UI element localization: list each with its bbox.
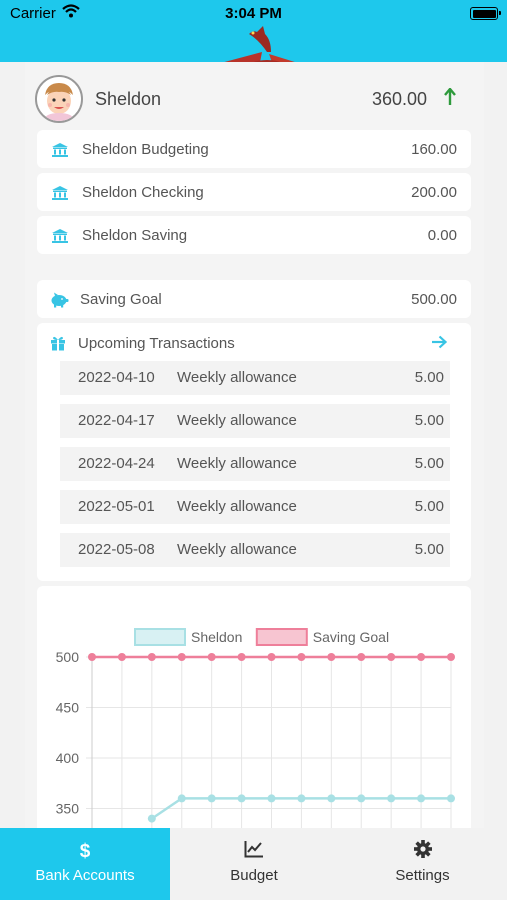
data-point: [88, 653, 96, 661]
tab-settings[interactable]: Settings: [338, 828, 507, 900]
transaction-row[interactable]: 2022-04-17 Weekly allowance 5.00: [60, 404, 450, 438]
data-point: [117, 653, 126, 661]
clock-label: 3:04 PM: [225, 5, 282, 22]
data-point: [417, 653, 426, 661]
transaction-description: Weekly allowance: [177, 455, 297, 472]
tab-bank-accounts[interactable]: $ Bank Accounts: [0, 828, 170, 900]
gift-icon: [50, 335, 66, 356]
transaction-row[interactable]: 2022-04-10 Weekly allowance 5.00: [60, 361, 450, 395]
transaction-row[interactable]: 2022-05-01 Weekly allowance 5.00: [60, 490, 450, 524]
transaction-amount: 5.00: [414, 455, 444, 472]
data-point: [207, 794, 216, 803]
piggy-bank-icon: [49, 292, 69, 313]
data-point: [267, 794, 276, 803]
data-point: [177, 794, 186, 803]
y-tick-label: 350: [56, 801, 80, 817]
tab-label: Settings: [395, 867, 450, 884]
owner-row[interactable]: Sheldon 360.00: [25, 62, 484, 130]
transaction-description: Weekly allowance: [177, 369, 297, 386]
balance-chart-card: 500 450 400 350 Sheldon Saving Goal: [37, 586, 471, 828]
account-balance: 160.00: [411, 141, 457, 158]
data-point: [147, 814, 156, 823]
transaction-amount: 5.00: [414, 498, 444, 515]
y-tick-label: 450: [56, 700, 80, 716]
account-name: Sheldon Checking: [82, 184, 204, 201]
bank-icon: [51, 185, 69, 206]
svg-text:$: $: [80, 841, 91, 860]
transaction-description: Weekly allowance: [177, 541, 297, 558]
data-point: [447, 653, 455, 661]
arrow-right-icon[interactable]: [431, 335, 448, 354]
account-name: Sheldon Budgeting: [82, 141, 209, 158]
legend-swatch: [134, 628, 186, 646]
bank-icon: [51, 228, 69, 249]
data-point: [147, 653, 156, 661]
transaction-date: 2022-05-01: [78, 498, 155, 515]
saving-goal-row[interactable]: Saving Goal 500.00: [37, 280, 471, 318]
data-point: [447, 794, 455, 803]
tab-label: Bank Accounts: [35, 867, 135, 884]
transaction-date: 2022-04-24: [78, 455, 155, 472]
data-point: [327, 794, 336, 803]
legend-label: Saving Goal: [313, 629, 389, 645]
data-point: [297, 653, 306, 661]
arrow-up-icon: [444, 87, 456, 111]
data-point: [357, 794, 366, 803]
data-point: [237, 794, 246, 803]
battery-icon: [470, 7, 501, 20]
transaction-description: Weekly allowance: [177, 412, 297, 429]
upcoming-transactions-card: Upcoming Transactions 2022-04-10 Weekly …: [37, 323, 471, 581]
data-point: [177, 653, 186, 661]
transaction-amount: 5.00: [414, 412, 444, 429]
data-point: [357, 653, 366, 661]
tab-label: Budget: [230, 867, 278, 884]
account-balance: 200.00: [411, 184, 457, 201]
chart-line-icon: [170, 840, 338, 858]
account-row-checking[interactable]: Sheldon Checking 200.00: [37, 173, 471, 211]
legend-swatch: [255, 628, 308, 646]
transaction-date: 2022-04-17: [78, 412, 155, 429]
upcoming-transactions-title: Upcoming Transactions: [78, 335, 235, 352]
accounts-panel: Sheldon 360.00 Sheldon Budgeting 160.00: [25, 62, 484, 828]
data-point: [237, 653, 246, 661]
saving-goal-label: Saving Goal: [80, 291, 162, 308]
tab-bar: $ Bank Accounts Budget Settings: [0, 828, 507, 900]
account-row-saving[interactable]: Sheldon Saving 0.00: [37, 216, 471, 254]
transaction-row[interactable]: 2022-04-24 Weekly allowance 5.00: [60, 447, 450, 481]
account-row-budgeting[interactable]: Sheldon Budgeting 160.00: [37, 130, 471, 168]
tab-budget[interactable]: Budget: [170, 828, 338, 900]
transaction-amount: 5.00: [414, 369, 444, 386]
data-point: [267, 653, 276, 661]
data-point: [387, 794, 396, 803]
gear-icon: [338, 840, 507, 858]
y-tick-label: 500: [56, 649, 80, 665]
dollar-icon: $: [0, 840, 170, 860]
balance-chart: 500 450 400 350 Sheldon Saving Goal: [56, 628, 455, 828]
y-tick-label: 400: [56, 750, 80, 766]
owner-total: 360.00: [371, 89, 427, 109]
transaction-amount: 5.00: [414, 541, 444, 558]
data-point: [297, 794, 306, 803]
bank-icon: [51, 142, 69, 163]
data-point: [387, 653, 396, 661]
account-name: Sheldon Saving: [82, 227, 188, 244]
transaction-row[interactable]: 2022-05-08 Weekly allowance 5.00: [60, 533, 450, 567]
data-point: [327, 653, 336, 661]
saving-goal-value: 500.00: [411, 291, 457, 308]
account-balance: 0.00: [427, 227, 457, 244]
transaction-date: 2022-05-08: [78, 541, 155, 558]
owner-name: Sheldon: [95, 89, 162, 109]
data-point: [417, 794, 426, 803]
transaction-description: Weekly allowance: [177, 498, 297, 515]
avatar: [35, 75, 83, 123]
transaction-date: 2022-04-10: [78, 369, 155, 386]
legend-label: Sheldon: [191, 629, 242, 645]
data-point: [207, 653, 216, 661]
